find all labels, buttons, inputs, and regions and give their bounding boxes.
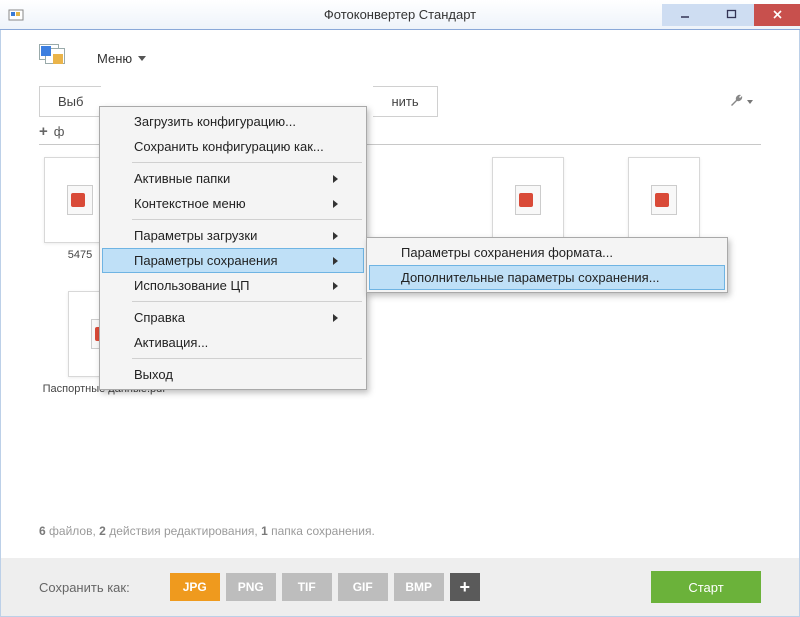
titlebar: Фотоконвертер Стандарт (0, 0, 800, 30)
pdf-icon (67, 185, 93, 215)
window-title: Фотоконвертер Стандарт (0, 7, 800, 22)
menu-item-save-params[interactable]: Параметры сохранения (102, 248, 364, 273)
select-button-truncated[interactable]: Выб (39, 86, 101, 117)
menu-item-cpu-usage[interactable]: Использование ЦП (102, 273, 364, 298)
settings-tool-button[interactable] (721, 86, 761, 117)
select-label: Выб (58, 94, 83, 109)
menu-item-activation[interactable]: Активация... (102, 330, 364, 355)
submenu-save-params: Параметры сохранения формата... Дополнит… (366, 237, 728, 293)
submenu-item-format-save-params[interactable]: Параметры сохранения формата... (369, 240, 725, 265)
submenu-arrow-icon (333, 232, 338, 240)
file-thumbnail (628, 157, 700, 243)
submenu-arrow-icon (333, 314, 338, 322)
submenu-item-additional-save-params[interactable]: Дополнительные параметры сохранения... (369, 265, 725, 290)
menu-item-exit[interactable]: Выход (102, 362, 364, 387)
format-tif-button[interactable]: TIF (282, 573, 332, 601)
status-folders-count: 1 (261, 524, 268, 538)
chevron-down-icon (747, 100, 753, 104)
menu-separator (132, 301, 362, 302)
pdf-icon (515, 185, 541, 215)
format-jpg-button[interactable]: JPG (170, 573, 220, 601)
menu-dropdown-button[interactable]: Меню (85, 45, 158, 72)
submenu-arrow-icon (333, 257, 338, 265)
file-thumbnail (492, 157, 564, 243)
apply-button-truncated[interactable]: нить (373, 86, 437, 117)
menu-item-context-menu[interactable]: Контекстное меню (102, 191, 364, 216)
start-button[interactable]: Старт (651, 571, 761, 603)
menu-separator (132, 358, 362, 359)
menu-separator (132, 219, 362, 220)
add-label-truncated: ф (54, 124, 65, 139)
client-area: Меню Выб нить + ф 5475 f Заявка.p (0, 30, 800, 617)
submenu-arrow-icon (333, 282, 338, 290)
menu-item-save-config-as[interactable]: Сохранить конфигурацию как... (102, 134, 364, 159)
menu-separator (132, 162, 362, 163)
app-logo-icon (39, 44, 71, 72)
format-bmp-button[interactable]: BMP (394, 573, 444, 601)
status-folders-word: папка сохранения. (271, 524, 375, 538)
submenu-arrow-icon (333, 175, 338, 183)
plus-icon: + (39, 123, 48, 140)
wrench-icon (729, 92, 745, 111)
chevron-down-icon (138, 56, 146, 61)
save-as-label: Сохранить как: (39, 580, 130, 595)
status-actions-count: 2 (99, 524, 106, 538)
menu-item-load-params[interactable]: Параметры загрузки (102, 223, 364, 248)
top-toolbar: Меню (1, 30, 799, 86)
format-gif-button[interactable]: GIF (338, 573, 388, 601)
status-files-word: файлов, (49, 524, 96, 538)
bottom-bar: Сохранить как: JPG PNG TIF GIF BMP + Ста… (1, 558, 799, 616)
apply-label: нить (391, 94, 418, 109)
status-actions-word: действия редактирования, (109, 524, 258, 538)
menu-item-help[interactable]: Справка (102, 305, 364, 330)
menu-label: Меню (97, 51, 132, 66)
menu-item-load-config[interactable]: Загрузить конфигурацию... (102, 109, 364, 134)
status-text: 6 файлов, 2 действия редактирования, 1 п… (39, 524, 375, 538)
pdf-icon (651, 185, 677, 215)
menu-item-active-folders[interactable]: Активные папки (102, 166, 364, 191)
status-files-count: 6 (39, 524, 46, 538)
format-png-button[interactable]: PNG (226, 573, 276, 601)
menu-popup: Загрузить конфигурацию... Сохранить конф… (99, 106, 367, 390)
format-add-button[interactable]: + (450, 573, 480, 601)
submenu-arrow-icon (333, 200, 338, 208)
